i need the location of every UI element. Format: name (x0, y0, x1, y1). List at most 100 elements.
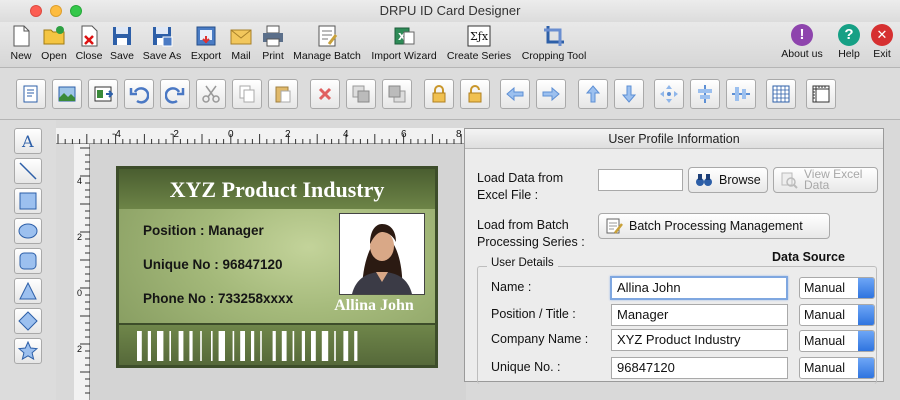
save-as-button[interactable]: Save As (140, 24, 184, 66)
company-source-select[interactable]: Manual (799, 330, 875, 352)
ellipse-icon (18, 223, 38, 239)
bring-forward-button[interactable] (346, 79, 376, 109)
view-excel-data-button[interactable]: View Excel Data (773, 167, 878, 193)
unique-source-select[interactable]: Manual (799, 357, 875, 379)
company-name-input[interactable]: XYZ Product Industry (611, 329, 788, 351)
panel-title: User Profile Information (465, 129, 883, 149)
window-close-button[interactable] (30, 5, 42, 17)
batch-series-label: Load from Batch Processing Series : (477, 218, 585, 249)
svg-text:A: A (21, 132, 34, 151)
grid-button[interactable] (766, 79, 796, 109)
move-up-button[interactable] (578, 79, 608, 109)
triangle-tool[interactable] (14, 278, 42, 304)
properties-button[interactable] (16, 79, 46, 109)
position-input[interactable]: Manager (611, 304, 788, 326)
open-folder-icon (43, 26, 65, 45)
cropping-tool-icon (544, 26, 564, 46)
name-label: Name : (491, 280, 532, 294)
name-source-select[interactable]: Manual (799, 277, 875, 299)
redo-icon (165, 87, 185, 104)
paste-button[interactable] (268, 79, 298, 109)
card-company-title[interactable]: XYZ Product Industry (119, 169, 435, 209)
browse-button[interactable]: Browse (688, 167, 768, 193)
chevron-down-icon (858, 305, 874, 325)
redo-button[interactable] (160, 79, 190, 109)
exit-button[interactable]: ✕ Exit (868, 24, 896, 66)
triangle-icon (19, 281, 37, 300)
window-maximize-button[interactable] (70, 5, 82, 17)
delete-button[interactable] (310, 79, 340, 109)
data-source-header: Data Source (772, 250, 845, 264)
open-button[interactable]: Open (38, 24, 70, 66)
ellipse-tool[interactable] (14, 218, 42, 244)
window-minimize-button[interactable] (50, 5, 62, 17)
move-left-button[interactable] (500, 79, 530, 109)
binoculars-icon (696, 174, 712, 186)
card-position-text[interactable]: Position : Manager (143, 223, 264, 238)
ruler-button[interactable] (806, 79, 836, 109)
line-tool[interactable] (14, 158, 42, 184)
vertical-ruler: 4 2 0 2 (74, 144, 90, 400)
user-profile-panel: User Profile Information Load Data from … (464, 128, 884, 384)
background-icon (58, 86, 76, 102)
person-photo-icon (340, 214, 424, 294)
help-button[interactable]: ? Help (834, 24, 864, 66)
id-card-preview[interactable]: XYZ Product Industry Position : Manager … (116, 166, 438, 368)
move-right-button[interactable] (536, 79, 566, 109)
import-wizard-button[interactable]: X Import Wizard (368, 24, 440, 66)
center-button[interactable] (654, 79, 684, 109)
drawing-tools: A (0, 120, 56, 400)
help-icon: ? (838, 24, 860, 46)
align-horizontal-button[interactable] (726, 79, 756, 109)
cropping-tool-button[interactable]: Cropping Tool (518, 24, 590, 66)
arrow-left-icon (506, 86, 524, 102)
properties-icon (23, 85, 38, 103)
align-vertical-button[interactable] (690, 79, 720, 109)
card-name-text[interactable]: Allina John (309, 297, 439, 315)
card-barcode[interactable] (119, 323, 435, 365)
lock-button[interactable] (424, 79, 454, 109)
align-vertical-icon (698, 85, 712, 103)
chevron-down-icon (858, 331, 874, 351)
about-us-button[interactable]: ! About us (778, 24, 826, 66)
barcode-icon (137, 331, 358, 361)
print-button[interactable]: Print (258, 24, 288, 66)
info-icon: ! (791, 24, 813, 46)
position-source-select[interactable]: Manual (799, 304, 875, 326)
print-icon (263, 25, 283, 47)
undo-button[interactable] (124, 79, 154, 109)
close-button[interactable]: Close (72, 24, 106, 66)
copy-button[interactable] (232, 79, 262, 109)
export-button[interactable]: Export (188, 24, 224, 66)
text-tool[interactable]: A (14, 128, 42, 154)
unique-no-label: Unique No. : (491, 360, 561, 374)
mail-button[interactable]: Mail (228, 24, 254, 66)
manage-batch-button[interactable]: Manage Batch (292, 24, 362, 66)
save-as-icon (153, 27, 173, 47)
send-backward-icon (388, 85, 406, 103)
unlock-icon (468, 85, 482, 103)
card-photo[interactable] (339, 213, 425, 295)
insert-image-button[interactable] (88, 79, 118, 109)
card-phone-text[interactable]: Phone No : 733258xxxx (143, 291, 293, 306)
new-button[interactable]: New (8, 24, 34, 66)
send-backward-button[interactable] (382, 79, 412, 109)
create-series-button[interactable]: Σƒx Create Series (446, 24, 512, 66)
star-tool[interactable] (14, 338, 42, 364)
unlock-button[interactable] (460, 79, 490, 109)
save-button[interactable]: Save (108, 24, 136, 66)
diamond-tool[interactable] (14, 308, 42, 334)
diamond-icon (18, 311, 38, 331)
name-input[interactable]: Allina John (610, 276, 788, 300)
rectangle-tool[interactable] (14, 188, 42, 214)
rounded-rectangle-tool[interactable] (14, 248, 42, 274)
batch-processing-button[interactable]: Batch Processing Management (598, 213, 830, 239)
excel-file-input[interactable] (598, 169, 683, 191)
unique-no-input[interactable]: 96847120 (611, 357, 788, 379)
card-unique-text[interactable]: Unique No : 96847120 (143, 257, 283, 272)
cut-button[interactable] (196, 79, 226, 109)
background-button[interactable] (52, 79, 82, 109)
text-icon: A (21, 132, 34, 151)
view-data-icon (781, 172, 798, 189)
move-down-button[interactable] (614, 79, 644, 109)
